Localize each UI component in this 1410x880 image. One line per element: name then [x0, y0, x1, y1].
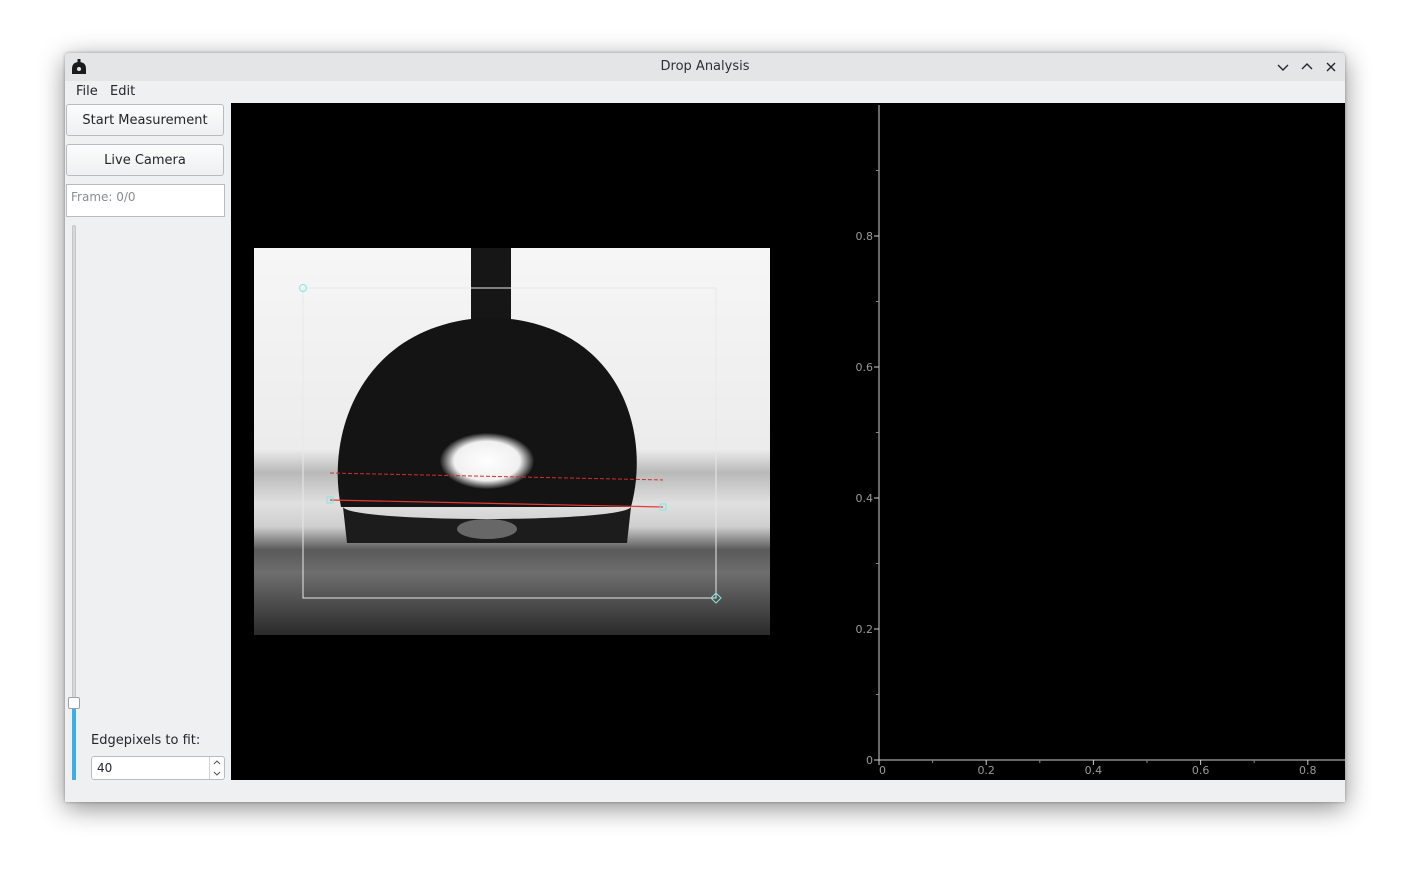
x-tick-label: 0.4 [1085, 764, 1103, 777]
edgepixels-label: Edgepixels to fit: [91, 733, 201, 748]
edgepixels-value: 40 [97, 761, 113, 775]
maximize-button[interactable] [1297, 57, 1317, 77]
spin-up-icon[interactable] [210, 757, 224, 768]
menu-edit[interactable]: Edit [110, 84, 135, 99]
x-tick-label: 0.2 [977, 764, 995, 777]
edgepixels-spinbox[interactable]: 40 [91, 756, 225, 780]
app-window: Drop Analysis File Edit Start Measuremen… [65, 53, 1345, 802]
close-button[interactable] [1321, 57, 1341, 77]
y-tick-label: 0.6 [856, 361, 874, 374]
title-bar[interactable]: Drop Analysis [65, 53, 1345, 81]
y-tick-label: 0.8 [856, 230, 874, 243]
camera-image-view[interactable] [231, 103, 788, 780]
menu-bar: File Edit [65, 81, 1345, 103]
maximize-icon [1301, 63, 1313, 70]
close-icon [1326, 62, 1336, 72]
result-plot: 0 0.2 0.4 0.6 0.8 0 0.2 0.4 0.6 0.8 [856, 105, 1345, 777]
drop-image-canvas [254, 248, 770, 635]
status-bar [65, 780, 1345, 802]
x-tick-label: 0 [879, 764, 886, 777]
start-measurement-button[interactable]: Start Measurement [66, 104, 224, 136]
live-camera-button[interactable]: Live Camera [66, 144, 224, 176]
y-tick-label: 0 [866, 754, 873, 767]
result-plot-view[interactable]: 0 0.2 0.4 0.6 0.8 0 0.2 0.4 0.6 0.8 [788, 103, 1345, 780]
spin-down-icon[interactable] [210, 768, 224, 779]
window-title: Drop Analysis [660, 59, 750, 74]
frame-slider-handle[interactable] [68, 697, 80, 709]
frame-counter-field[interactable]: Frame: 0/0 [66, 184, 225, 217]
menu-file[interactable]: File [76, 84, 98, 99]
drop-photo [254, 248, 770, 635]
y-tick-label: 0.2 [856, 623, 874, 636]
x-tick-label: 0.6 [1192, 764, 1210, 777]
control-panel: Start Measurement Live Camera Frame: 0/0… [65, 103, 230, 802]
x-tick-label: 0.8 [1299, 764, 1317, 777]
y-tick-label: 0.4 [856, 492, 874, 505]
minimize-icon [1277, 64, 1289, 71]
minimize-button[interactable] [1273, 57, 1293, 77]
